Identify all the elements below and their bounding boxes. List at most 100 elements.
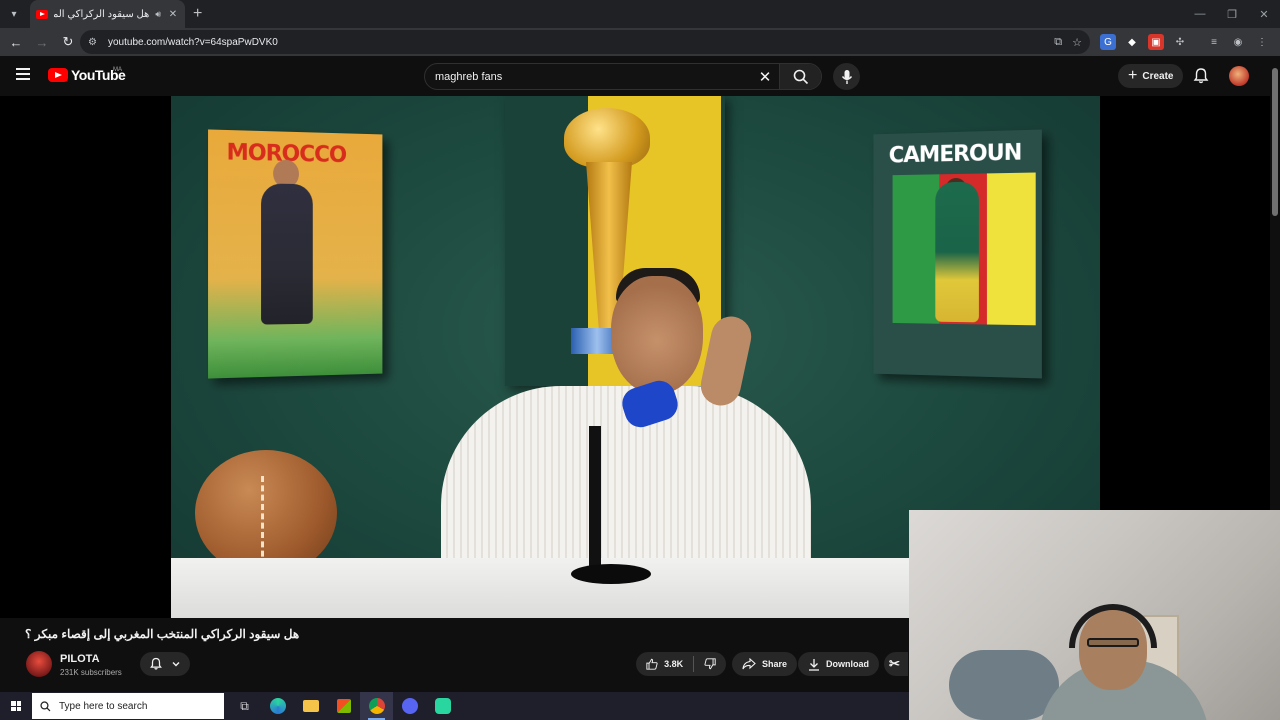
app-icon <box>434 698 451 714</box>
tab-close-icon[interactable]: ✕ <box>167 9 179 20</box>
scissors-icon: ✂ <box>889 656 900 671</box>
share-label: Share <box>762 659 788 669</box>
profile-icon[interactable]: ◉ <box>1230 34 1246 50</box>
search-box: ✕ <box>424 63 822 90</box>
mic-base <box>571 564 651 584</box>
minimize-icon[interactable]: — <box>1184 0 1216 28</box>
search-icon <box>40 700 51 711</box>
download-label: Download <box>826 659 869 669</box>
screen: ▾ هل سيقود الركراكي المنتخ 🔊︎ ✕ + — ❐ ✕ … <box>0 0 1280 720</box>
microphone-icon <box>841 69 852 84</box>
taskbar-apps: ⧉ <box>228 692 459 720</box>
share-button[interactable]: Share <box>732 652 798 676</box>
clip-button[interactable]: ✂ <box>884 652 908 676</box>
file-explorer-button[interactable] <box>294 692 327 720</box>
store-taskbar-button[interactable] <box>327 692 360 720</box>
chrome-taskbar-button[interactable] <box>360 692 393 720</box>
red-extension-icon[interactable]: ▣ <box>1148 34 1164 50</box>
address-bar[interactable]: ⚙︎ youtube.com/watch?v=64spaPwDVK0 ⧉ ☆ <box>80 30 1090 54</box>
host-head <box>611 276 703 394</box>
back-arrow-icon[interactable]: ← <box>4 30 28 54</box>
speaker-icon[interactable]: 🔊︎ <box>155 9 161 20</box>
url-text[interactable]: youtube.com/watch?v=64spaPwDVK0 <box>108 37 1054 48</box>
menu-icon[interactable] <box>16 68 30 80</box>
puzzle-extensions-icon[interactable]: ✣ <box>1172 34 1188 50</box>
region-code: MA <box>113 67 122 73</box>
search-icon <box>793 69 808 84</box>
voice-search-button[interactable] <box>833 63 860 90</box>
site-info-icon[interactable]: ⚙︎ <box>88 37 104 48</box>
search-button[interactable] <box>779 64 821 89</box>
clear-search-icon[interactable]: ✕ <box>751 68 779 86</box>
mic-stand <box>589 426 601 576</box>
folder-icon <box>302 700 319 712</box>
task-view-button[interactable]: ⧉ <box>228 692 261 720</box>
diamond-extension-icon[interactable]: ◆ <box>1124 34 1140 50</box>
close-window-icon[interactable]: ✕ <box>1248 0 1280 28</box>
discord-icon <box>401 698 418 714</box>
morocco-poster: MOROCCO <box>208 129 383 379</box>
youtube-play-icon <box>48 68 68 82</box>
channel-avatar[interactable] <box>26 651 52 677</box>
translate-extension-icon[interactable]: G <box>1100 34 1116 50</box>
browser-tab-active[interactable]: هل سيقود الركراكي المنتخ 🔊︎ ✕ <box>30 0 185 28</box>
goalkeeper-figure <box>261 183 313 325</box>
bell-icon <box>150 657 162 670</box>
media-controls-icon[interactable]: ≡ <box>1206 34 1222 50</box>
install-app-icon[interactable]: ⧉ <box>1054 36 1062 49</box>
share-icon <box>742 658 756 670</box>
start-button[interactable] <box>0 692 32 720</box>
discord-taskbar-button[interactable] <box>393 692 426 720</box>
glasses <box>1087 638 1139 647</box>
webcam-arm <box>949 650 1059 720</box>
chrome-icon <box>368 698 385 714</box>
forward-arrow-icon[interactable]: → <box>30 30 54 54</box>
app-taskbar-button[interactable] <box>426 692 459 720</box>
search-input[interactable] <box>425 70 751 83</box>
plus-icon: + <box>1128 67 1138 84</box>
more-menu-icon[interactable]: ⋮ <box>1254 34 1270 50</box>
footballer-figure <box>935 181 979 323</box>
youtube-favicon-icon <box>36 9 48 19</box>
browser-tab-strip: ▾ هل سيقود الركراكي المنتخ 🔊︎ ✕ + — ❐ ✕ <box>0 0 1280 28</box>
create-label: Create <box>1142 70 1174 82</box>
restore-icon[interactable]: ❐ <box>1216 0 1248 28</box>
channel-name[interactable]: PILOTA <box>60 653 100 665</box>
create-button[interactable]: + Create <box>1118 64 1184 88</box>
store-icon <box>336 699 351 713</box>
download-button[interactable]: Download <box>798 652 879 676</box>
subscriber-count: 231K subscribers <box>60 668 122 677</box>
like-dislike-group: 3.8K <box>636 652 726 676</box>
cameroun-poster: CAMEROUN <box>873 129 1042 379</box>
new-tab-button[interactable]: + <box>193 5 202 23</box>
subscription-bell-button[interactable] <box>140 652 190 676</box>
edge-icon <box>269 698 286 714</box>
task-view-icon: ⧉ <box>240 698 249 713</box>
download-icon <box>809 658 819 671</box>
trophy-cup <box>564 108 650 168</box>
cameroun-poster-text: CAMEROUN <box>888 140 1022 169</box>
thumbs-down-icon[interactable] <box>704 657 716 671</box>
like-divider <box>693 656 694 672</box>
scrollbar-thumb[interactable] <box>1272 68 1278 216</box>
window-controls: — ❐ ✕ <box>1184 0 1280 28</box>
windows-logo-icon <box>11 701 21 711</box>
taskbar-search-placeholder: Type here to search <box>59 700 148 712</box>
thumbs-up-icon[interactable] <box>646 657 658 671</box>
tab-title: هل سيقود الركراكي المنتخ <box>54 8 150 20</box>
chevron-down-icon <box>172 662 180 667</box>
browser-toolbar: ← → ↻ ⚙︎ youtube.com/watch?v=64spaPwDVK0… <box>0 28 1280 56</box>
tab-search-button[interactable]: ▾ <box>4 4 24 24</box>
windows-taskbar: Type here to search ⧉ <box>0 692 909 720</box>
edge-taskbar-button[interactable] <box>261 692 294 720</box>
bookmark-star-icon[interactable]: ☆ <box>1072 36 1082 49</box>
extensions-row: G ◆ ▣ ✣ ≡ ◉ ⋮ <box>1100 30 1270 54</box>
taskbar-search-box[interactable]: Type here to search <box>32 693 224 719</box>
ball-lace <box>261 476 271 566</box>
notifications-bell-icon[interactable] <box>1192 67 1210 85</box>
reload-icon[interactable]: ↻ <box>56 30 80 54</box>
like-count[interactable]: 3.8K <box>664 659 683 669</box>
video-title: هل سيقود الركراكي المنتخب المغربي إلى إق… <box>25 627 300 641</box>
account-avatar[interactable] <box>1229 66 1249 86</box>
webcam-overlay <box>909 510 1280 720</box>
